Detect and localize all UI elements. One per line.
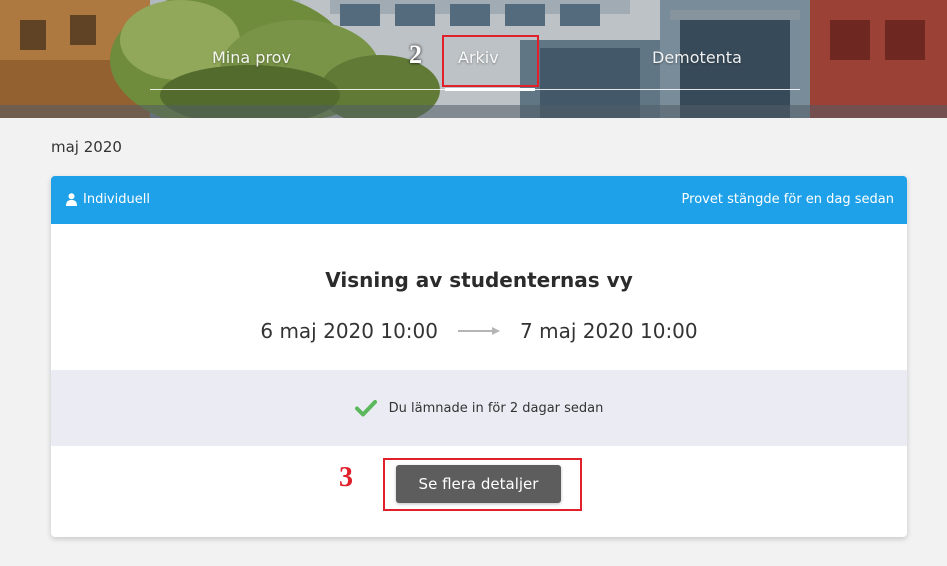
- annotation-highlight-arkiv: [442, 35, 539, 87]
- nav-tab-mina-prov[interactable]: Mina prov: [212, 48, 291, 67]
- exam-title: Visning av studenternas vy: [325, 268, 633, 292]
- exam-type: Individuell: [66, 192, 150, 207]
- annotation-step-3: 3: [339, 462, 353, 493]
- submission-status: Du lämnade in för 2 dagar sedan: [51, 370, 907, 446]
- user-icon: [66, 193, 77, 206]
- nav-tab-demotenta[interactable]: Demotenta: [652, 48, 742, 67]
- exam-start-date: 6 maj 2020 10:00: [260, 319, 438, 343]
- exam-closed-text: Provet stängde för en dag sedan: [681, 192, 894, 207]
- exam-end-date: 7 maj 2020 10:00: [520, 319, 698, 343]
- nav-active-indicator: [445, 88, 535, 91]
- checkmark-icon: [354, 400, 377, 417]
- exam-date-range: 6 maj 2020 10:00 7 maj 2020 10:00: [51, 319, 907, 343]
- arrow-right-icon: [458, 327, 500, 335]
- archive-month-heading: maj 2020: [51, 138, 122, 156]
- submission-status-text: Du lämnade in för 2 dagar sedan: [388, 400, 604, 416]
- annotation-highlight-details-button: [383, 458, 582, 511]
- annotation-step-2: 2: [409, 40, 422, 69]
- hero-banner: Mina prov Arkiv Demotenta 2: [0, 0, 947, 118]
- exam-type-label: Individuell: [83, 192, 150, 207]
- exam-card-header: Individuell Provet stängde för en dag se…: [51, 176, 907, 224]
